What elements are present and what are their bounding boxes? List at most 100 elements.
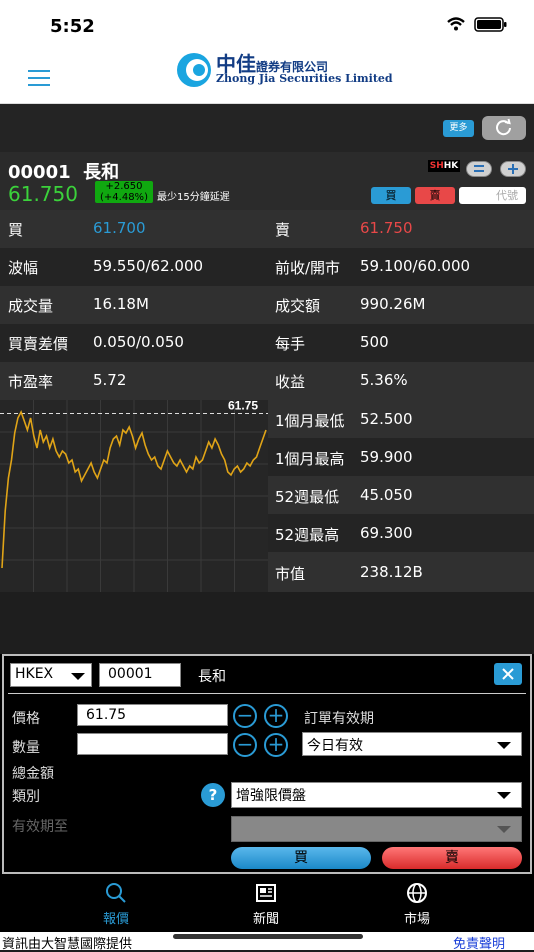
- spread-value: 0.050/0.050: [93, 333, 184, 351]
- chevron-down-icon: [497, 826, 511, 833]
- spacer: [0, 592, 534, 654]
- price-input[interactable]: 61.75: [77, 704, 228, 726]
- yield-label: 收益: [275, 373, 306, 391]
- pe-label: 市盈率: [8, 373, 54, 391]
- qty-decrement-button[interactable]: −: [233, 733, 257, 757]
- quote-row-spread: [0, 324, 534, 362]
- refresh-icon: [496, 118, 511, 136]
- qty-input[interactable]: [77, 733, 228, 755]
- tab-news-label: 新聞: [252, 912, 279, 927]
- pe-value: 5.72: [93, 371, 127, 389]
- tab-market[interactable]: 市場: [357, 882, 477, 927]
- range-label: 波幅: [8, 259, 39, 277]
- tab-market-label: 市場: [403, 912, 430, 927]
- order-sell-button[interactable]: 賣: [382, 847, 522, 869]
- m1-low-value: 52.500: [360, 410, 413, 428]
- tab-quote[interactable]: 報價: [56, 882, 176, 927]
- order-stock-name: 長和: [198, 669, 226, 685]
- delay-note: 最少15分鐘延遲: [157, 192, 230, 203]
- validity-select[interactable]: 今日有效: [302, 732, 522, 756]
- logo-mark-icon: [177, 53, 211, 87]
- wifi-icon: [447, 17, 465, 31]
- order-type-select[interactable]: 增強限價盤: [231, 782, 522, 808]
- spread-label: 買賣差價: [8, 335, 69, 353]
- data-provider-note: 資訊由大智慧國際提供: [2, 937, 133, 952]
- refresh-button[interactable]: [482, 116, 526, 140]
- quote-row-bid-ask: [0, 210, 534, 248]
- qty-label: 數量: [12, 740, 40, 756]
- chevron-down-icon: [497, 742, 511, 749]
- range-value: 59.550/62.000: [93, 257, 204, 275]
- tab-news[interactable]: 新聞: [206, 882, 326, 927]
- type-label: 類別: [12, 789, 40, 805]
- prev-open-label: 前收/開市: [275, 259, 341, 277]
- stock-name: 長和: [83, 162, 120, 183]
- tab-quote-label: 報價: [102, 912, 129, 927]
- disclaimer-link[interactable]: 免責聲明: [453, 933, 505, 952]
- validity-label: 訂單有效期: [304, 711, 374, 727]
- chevron-down-icon: [497, 792, 511, 799]
- close-button[interactable]: [494, 663, 522, 685]
- market-badge: SHHK: [428, 160, 460, 172]
- order-panel: HKEX 00001 長和 價格 61.75 − + 訂單有效期 數量 − + …: [0, 654, 534, 876]
- lot-value: 500: [360, 333, 389, 351]
- m1-high-value: 59.900: [360, 448, 413, 466]
- ask-label: 賣: [275, 221, 291, 239]
- mcap-label: 市值: [275, 565, 306, 583]
- sell-button[interactable]: 賣: [415, 187, 455, 204]
- bid-label: 買: [8, 221, 24, 239]
- add-watchlist-button[interactable]: [500, 161, 526, 177]
- home-indicator: [173, 934, 363, 939]
- turnover-value: 990.26M: [360, 295, 426, 313]
- price-increment-button[interactable]: +: [264, 704, 288, 728]
- newspaper-icon: [256, 884, 276, 902]
- list-button[interactable]: [466, 161, 492, 177]
- buy-button[interactable]: 買: [371, 187, 411, 204]
- status-bar: 5:52: [0, 0, 534, 37]
- expiry-label: 有效期至: [12, 819, 68, 835]
- prev-open-value: 59.100/60.000: [360, 257, 471, 275]
- w52-low-label: 52週最低: [275, 488, 340, 506]
- intraday-chart: 61.75: [0, 399, 268, 592]
- app-header: 中佳證券有限公司 Zhong Jia Securities Limited: [0, 34, 534, 104]
- turnover-label: 成交額: [275, 297, 321, 315]
- w52-high-label: 52週最高: [275, 526, 340, 544]
- divider: [8, 693, 526, 694]
- code-search-input[interactable]: 代號: [459, 187, 526, 204]
- reference-price-label: 61.75: [228, 400, 258, 413]
- close-icon: [502, 668, 514, 680]
- chevron-down-icon: [71, 673, 85, 680]
- search-icon: [106, 883, 126, 903]
- help-icon[interactable]: ?: [201, 783, 225, 807]
- quote-row-pe: [0, 362, 534, 400]
- volume-label: 成交量: [8, 297, 54, 315]
- price-label: 價格: [12, 711, 40, 727]
- last-price: 61.750: [8, 182, 78, 206]
- w52-high-value: 69.300: [360, 524, 413, 542]
- mcap-value: 238.12B: [360, 563, 423, 581]
- exchange-select[interactable]: HKEX: [10, 663, 92, 687]
- lot-label: 每手: [275, 335, 306, 353]
- expiry-select[interactable]: [231, 816, 522, 842]
- more-button[interactable]: 更多: [443, 120, 474, 137]
- plus-icon: [508, 164, 518, 174]
- price-decrement-button[interactable]: −: [233, 704, 257, 728]
- m1-low-label: 1個月最低: [275, 412, 345, 430]
- bid-value: 61.700: [93, 219, 146, 237]
- qty-increment-button[interactable]: +: [264, 733, 288, 757]
- stock-code: 00001: [8, 162, 71, 183]
- quote-row-volume: [0, 286, 534, 324]
- menu-icon[interactable]: [28, 70, 50, 86]
- m1-high-label: 1個月最高: [275, 450, 345, 468]
- order-buy-button[interactable]: 買: [231, 847, 371, 869]
- total-label: 總金額: [12, 766, 54, 782]
- ask-value: 61.750: [360, 219, 413, 237]
- stock-header: 00001 長和 61.750 +2.650 (+4.48%) 最少15分鐘延遲…: [0, 152, 534, 210]
- globe-icon: [407, 883, 427, 903]
- change-badge: +2.650 (+4.48%): [95, 181, 153, 203]
- battery-icon: [474, 17, 507, 32]
- volume-value: 16.18M: [93, 295, 149, 313]
- yield-value: 5.36%: [360, 371, 408, 389]
- bottom-tab-bar: 報價 新聞 市場: [0, 876, 534, 932]
- order-code-input[interactable]: 00001: [99, 663, 181, 687]
